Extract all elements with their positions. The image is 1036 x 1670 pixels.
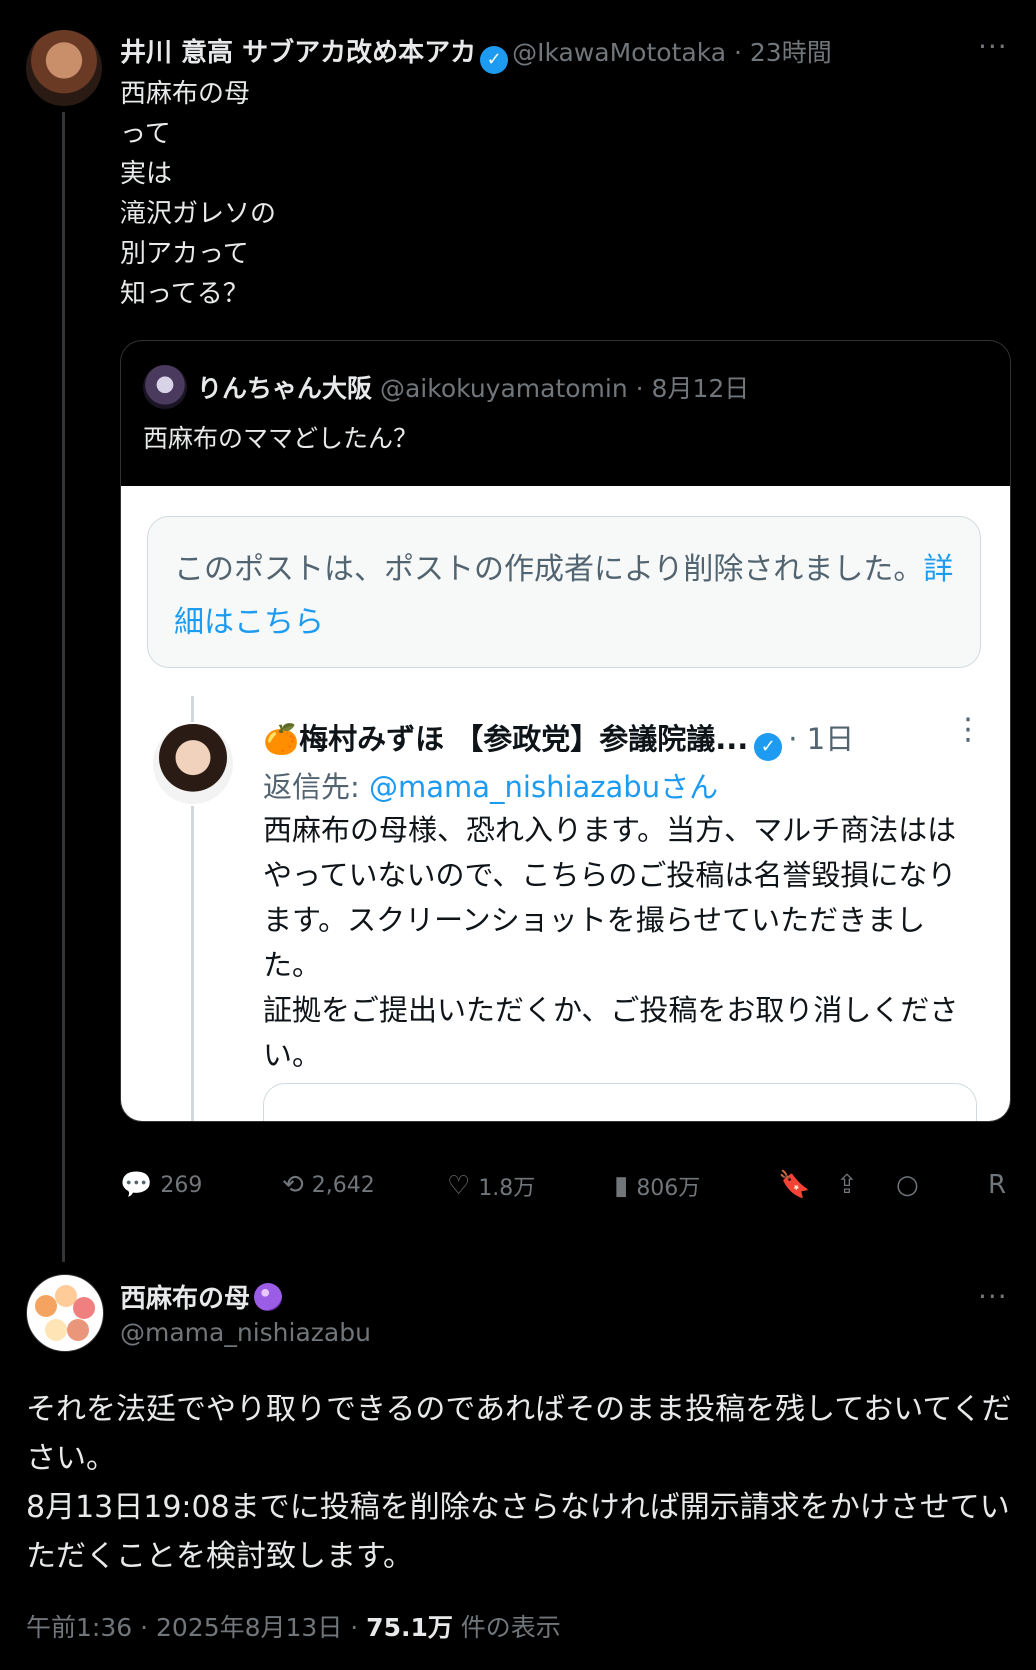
screenshot-author-name: 🍊梅村みずほ 【参政党】参議院議... bbox=[263, 722, 749, 756]
more-options-icon[interactable]: ··· bbox=[978, 30, 1008, 63]
timestamp[interactable]: 午前1:36 · 2025年8月13日 · bbox=[26, 1613, 366, 1642]
quoted-author-name: りんちゃん大阪 bbox=[197, 374, 373, 403]
screenshot-avatar bbox=[151, 722, 235, 806]
more-options-icon[interactable]: ··· bbox=[978, 1280, 1008, 1313]
extra-label: R bbox=[988, 1170, 1007, 1200]
tweet-header: 井川 意高 サブアカ改め本アカ ✓ @IkawaMototaka · 23時間 bbox=[120, 32, 832, 74]
view-label: 件の表示 bbox=[452, 1613, 561, 1642]
quoted-text: 西麻布のママどしたん？ bbox=[143, 424, 419, 453]
quoted-avatar bbox=[143, 365, 187, 409]
heart-icon: ♡ bbox=[447, 1171, 471, 1201]
crystal-ball-icon bbox=[254, 1283, 283, 1311]
tweet-meta: 午前1:36 · 2025年8月13日 · 75.1万 件の表示 bbox=[26, 1608, 561, 1644]
repost-icon: ⟲ bbox=[282, 1170, 304, 1200]
reply-button[interactable]: 💬 269 bbox=[120, 1170, 202, 1200]
tweet-time[interactable]: 23時間 bbox=[750, 38, 832, 67]
screenshot-embedded-card bbox=[263, 1083, 977, 1121]
views-chart-icon: ▮ bbox=[614, 1171, 629, 1201]
thread-line bbox=[62, 112, 65, 1262]
views-button[interactable]: ▮ 806万 bbox=[614, 1170, 700, 1202]
screenshot-header: 🍊梅村みずほ 【参政党】参議院議... ✓ · 1日 bbox=[263, 716, 854, 761]
screenshot-text: 西麻布の母様、恐れ入ります。当方、マルチ商法ははやっていないので、こちらのご投稿… bbox=[263, 813, 959, 1072]
verified-badge-icon: ✓ bbox=[480, 46, 509, 74]
reply-count: 269 bbox=[160, 1172, 203, 1198]
views-count: 806万 bbox=[636, 1176, 701, 1201]
separator-dot: · bbox=[726, 38, 750, 67]
share-icon: ⇪ bbox=[836, 1170, 858, 1200]
repost-count: 2,642 bbox=[311, 1172, 375, 1198]
screenshot-time: 1日 bbox=[806, 722, 855, 756]
extra-button[interactable]: R bbox=[988, 1170, 1006, 1200]
like-count: 1.8万 bbox=[478, 1176, 536, 1201]
bookmark-button[interactable]: 🔖 bbox=[778, 1170, 810, 1200]
attached-screenshot-image[interactable]: このポストは、ポストの作成者により削除されました。詳細はこちら 🍊梅村みずほ 【… bbox=[121, 486, 1010, 1121]
like-button[interactable]: ♡ 1.8万 bbox=[447, 1170, 535, 1202]
screenshot-more-icon: ⋮ bbox=[953, 712, 983, 747]
quoted-tweet-card[interactable]: りんちゃん大阪 @aikokuyamatomin · 8月12日 西麻布のママど… bbox=[120, 340, 1011, 1122]
verified-badge-icon: ✓ bbox=[754, 733, 783, 761]
view-count: 75.1万 bbox=[366, 1613, 453, 1642]
author-handle[interactable]: @IkawaMototaka bbox=[512, 38, 726, 67]
avatar[interactable] bbox=[26, 30, 102, 106]
deleted-post-notice: このポストは、ポストの作成者により削除されました。詳細はこちら bbox=[147, 516, 981, 668]
circle-icon: ○ bbox=[896, 1170, 919, 1200]
quoted-header: りんちゃん大阪 @aikokuyamatomin · 8月12日 bbox=[197, 374, 750, 403]
repost-button[interactable]: ⟲ 2,642 bbox=[282, 1170, 375, 1200]
screenshot-reply-to: 返信先: @mama_nishiazabuさん bbox=[263, 770, 719, 804]
author-name[interactable]: 西麻布の母 bbox=[120, 1278, 283, 1315]
tweet-text: 西麻布の母 って 実は 滝沢ガレソの 別アカって 知ってる？ bbox=[120, 79, 277, 309]
reply-icon: 💬 bbox=[120, 1170, 153, 1200]
quoted-time: 8月12日 bbox=[651, 374, 750, 403]
tweet-text: それを法廷でやり取りできるのであればそのまま投稿を残しておいてください。 8月1… bbox=[26, 1392, 1012, 1574]
share-button[interactable]: ⇪ bbox=[836, 1170, 858, 1200]
author-name[interactable]: 井川 意高 サブアカ改め本アカ bbox=[120, 38, 476, 68]
author-handle[interactable]: @mama_nishiazabu bbox=[120, 1318, 371, 1347]
quoted-author-handle: @aikokuyamatomin bbox=[379, 374, 628, 403]
bookmark-icon: 🔖 bbox=[778, 1170, 811, 1200]
circle-button[interactable]: ○ bbox=[896, 1170, 919, 1200]
deleted-notice-text: このポストは、ポストの作成者により削除されました。 bbox=[174, 552, 924, 587]
avatar[interactable] bbox=[26, 1274, 104, 1352]
